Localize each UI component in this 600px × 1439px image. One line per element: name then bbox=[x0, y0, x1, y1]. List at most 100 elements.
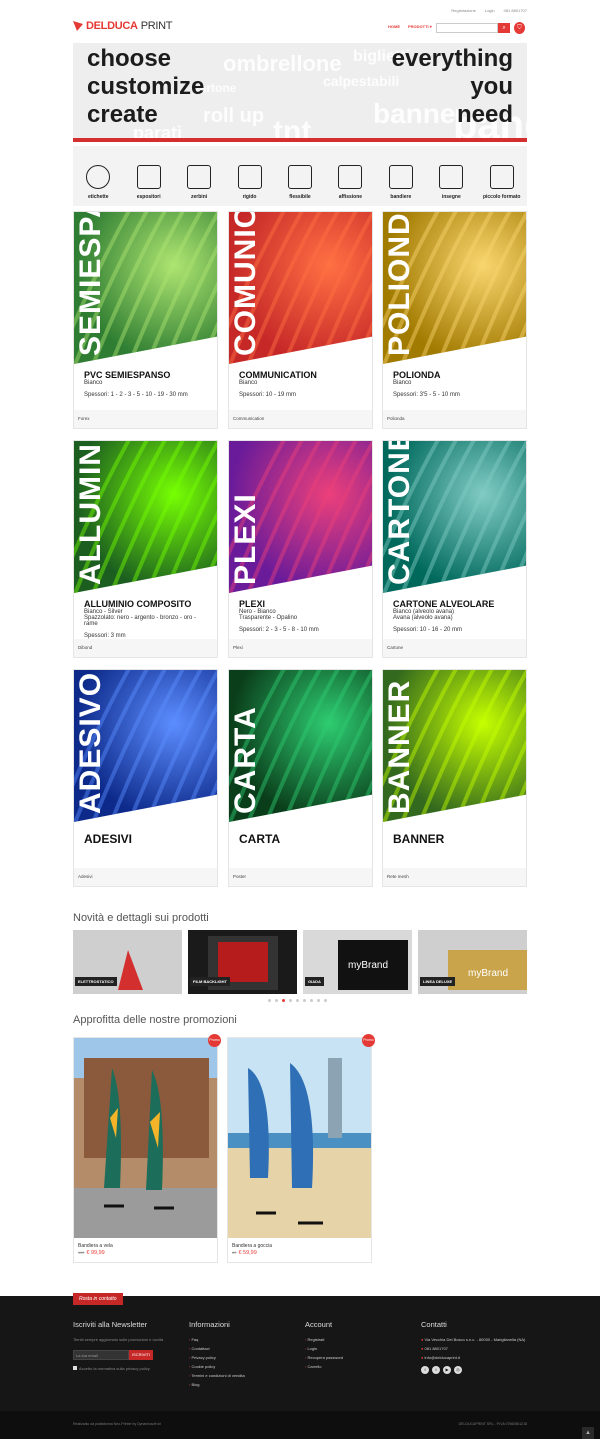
slider-item[interactable]: myBrand GIADA bbox=[303, 930, 412, 994]
product-card[interactable]: COMUNICATION COMMUNICATION Bianco Spessori:… bbox=[228, 211, 373, 429]
product-card[interactable]: CARTONE CARTONE ALVEOLARE Bianco (alveolo … bbox=[382, 440, 527, 658]
slider-dot[interactable] bbox=[310, 999, 313, 1002]
footer-info-link[interactable]: Cookie policy bbox=[189, 1362, 289, 1371]
product-card[interactable]: PLEXI PLEXI Nero - Bianco Trasparente - Opa… bbox=[228, 440, 373, 658]
search-button[interactable]: ⌕ bbox=[498, 23, 510, 33]
product-title[interactable]: ADESIVI bbox=[84, 832, 207, 846]
promo-card[interactable]: Promo Bandiera a vela 115 € 99,99 bbox=[73, 1034, 221, 1263]
category-flessibile[interactable]: flessibile bbox=[277, 165, 323, 200]
hero-word: you bbox=[470, 73, 513, 100]
product-title[interactable]: PVC SEMIESPANSO bbox=[84, 370, 207, 380]
email-text[interactable]: ● info@delducaprint.it bbox=[421, 1353, 531, 1362]
footer-account-link[interactable]: Login bbox=[305, 1344, 405, 1353]
product-card[interactable]: CARTA CARTA Poster bbox=[228, 669, 373, 887]
slider-label: LINEA DELUXE bbox=[420, 977, 456, 986]
footer-info-link[interactable]: Faq bbox=[189, 1335, 289, 1344]
footer-account-link[interactable]: Recupera password bbox=[305, 1353, 405, 1362]
newsletter-subscribe-button[interactable]: ISCRIVITI bbox=[129, 1350, 153, 1360]
nav-products[interactable]: PRODOTTI ▾ bbox=[408, 24, 432, 29]
slider-dot[interactable] bbox=[289, 999, 292, 1002]
product-title[interactable]: BANNER bbox=[393, 832, 516, 846]
piccolo-formato-icon bbox=[489, 165, 514, 189]
product-details: PVC SEMIESPANSO Bianco Spessori: 1 - 2 - 3… bbox=[74, 364, 217, 400]
category-affissione[interactable]: affissione bbox=[327, 165, 373, 200]
category-espositori[interactable]: espositori bbox=[126, 165, 172, 200]
category-label: bandiere bbox=[390, 194, 412, 200]
info-col: Informazioni FaqContattaciPrivacy policy… bbox=[189, 1320, 289, 1389]
promo-name[interactable]: Bandiera a goccia bbox=[228, 1238, 371, 1249]
promo-image[interactable] bbox=[74, 1038, 217, 1238]
login-link[interactable]: Login bbox=[485, 8, 495, 13]
product-card[interactable]: ADESIVO ADESIVI Adesivi bbox=[73, 669, 218, 887]
category-piccolo-formato[interactable]: piccolo formato bbox=[479, 165, 525, 200]
slider-dot[interactable] bbox=[324, 999, 327, 1002]
slider-dot[interactable] bbox=[275, 999, 278, 1002]
product-title[interactable]: CARTONE ALVEOLARE bbox=[393, 599, 516, 609]
slider-dot[interactable] bbox=[296, 999, 299, 1002]
promo-name[interactable]: Bandiera a vela bbox=[74, 1238, 217, 1249]
newsletter-col: Iscriviti alla Newsletter Tieniti sempre… bbox=[73, 1320, 168, 1373]
product-vertical-word: ADESIVO bbox=[74, 671, 107, 814]
product-image[interactable]: CARTONE bbox=[383, 441, 526, 593]
product-card[interactable]: POLIONDA POLIONDA Bianco Spessori: 3'5 - 5 … bbox=[382, 211, 527, 429]
category-insegne[interactable]: insegne bbox=[428, 165, 474, 200]
register-link[interactable]: Registrazione bbox=[451, 8, 475, 13]
privacy-checkbox[interactable] bbox=[73, 1366, 77, 1370]
product-image[interactable]: POLIONDA bbox=[383, 212, 526, 364]
product-image[interactable]: SEMIESPANSO bbox=[74, 212, 217, 364]
product-image[interactable]: CARTA bbox=[229, 670, 372, 822]
site-logo[interactable]: DELDUCA PRINT bbox=[73, 20, 172, 32]
contacts-col: Contatti ● Via Vecchia Del Bosco s.n.c. … bbox=[421, 1320, 531, 1374]
product-image[interactable]: ALLUMINIO bbox=[74, 441, 217, 593]
old-price: 69 bbox=[232, 1250, 237, 1255]
product-slider: ELETTROSTATICO FILM BACKLIGHT myBrand GIADA… bbox=[73, 930, 527, 994]
product-card[interactable]: ALLUMINIO ALLUMINIO COMPOSITO Bianco - Sil… bbox=[73, 440, 218, 658]
footer-info-link[interactable]: Privacy policy bbox=[189, 1353, 289, 1362]
category-rigido[interactable]: rigido bbox=[227, 165, 273, 200]
slider-dot[interactable] bbox=[268, 999, 271, 1002]
newsletter-email-input[interactable]: La tua email bbox=[73, 1350, 129, 1360]
product-title[interactable]: ALLUMINIO COMPOSITO bbox=[84, 599, 207, 609]
category-etichette[interactable]: etichette bbox=[75, 165, 121, 200]
slider-dot[interactable] bbox=[303, 999, 306, 1002]
product-image[interactable]: PLEXI bbox=[229, 441, 372, 593]
product-image[interactable]: ADESIVO bbox=[74, 670, 217, 822]
product-details: ALLUMINIO COMPOSITO Bianco - Silver Spazzo… bbox=[74, 593, 217, 641]
slider-item[interactable]: FILM BACKLIGHT bbox=[188, 930, 297, 994]
youtube-icon[interactable]: ▶ bbox=[443, 1366, 451, 1374]
cart-button[interactable]: ⛉ bbox=[514, 22, 525, 34]
footer-account-link[interactable]: Registrati bbox=[305, 1335, 405, 1344]
product-title[interactable]: COMMUNICATION bbox=[239, 370, 362, 380]
category-bandiere[interactable]: bandiere bbox=[378, 165, 424, 200]
footer-info-link[interactable]: Contattaci bbox=[189, 1344, 289, 1353]
search-input[interactable] bbox=[436, 23, 498, 33]
product-card[interactable]: SEMIESPANSO PVC SEMIESPANSO Bianco Spessori… bbox=[73, 211, 218, 429]
slider-item[interactable]: ELETTROSTATICO bbox=[73, 930, 182, 994]
slider-item[interactable]: myBrand LINEA DELUXE bbox=[418, 930, 527, 994]
category-label: rigido bbox=[242, 194, 257, 200]
promo-image[interactable] bbox=[228, 1038, 371, 1238]
stay-in-touch-tag: Rosta in contatto bbox=[73, 1293, 123, 1305]
instagram-icon[interactable]: ◎ bbox=[454, 1366, 462, 1374]
category-bar: etichette espositori zerbini rigido flessibi… bbox=[73, 146, 527, 206]
twitter-icon[interactable]: t bbox=[432, 1366, 440, 1374]
promo-card[interactable]: Promo Bandiera a goccia 69 € 59,99 bbox=[227, 1034, 375, 1263]
footer-info-link[interactable]: Termini e condizioni di vendita bbox=[189, 1371, 289, 1380]
slider-dot-active[interactable] bbox=[282, 999, 285, 1002]
logo-icon bbox=[73, 21, 83, 31]
nav-home[interactable]: HOME bbox=[388, 24, 400, 29]
slider-dot[interactable] bbox=[317, 999, 320, 1002]
product-title[interactable]: POLIONDA bbox=[393, 370, 516, 380]
footer-info-link[interactable]: Blog bbox=[189, 1380, 289, 1389]
main-nav: HOME PRODOTTI ▾ bbox=[388, 24, 432, 29]
facebook-icon[interactable]: f bbox=[421, 1366, 429, 1374]
footer-account-link[interactable]: Carrello bbox=[305, 1362, 405, 1371]
category-zerbini[interactable]: zerbini bbox=[176, 165, 222, 200]
product-image[interactable]: BANNER bbox=[383, 670, 526, 822]
insegne-icon bbox=[439, 165, 464, 189]
product-card[interactable]: BANNER BANNER Rete mesh bbox=[382, 669, 527, 887]
product-title[interactable]: CARTA bbox=[239, 832, 362, 846]
product-title[interactable]: PLEXI bbox=[239, 599, 362, 609]
scroll-to-top-button[interactable]: ▲ bbox=[582, 1427, 594, 1439]
product-image[interactable]: COMUNICATION bbox=[229, 212, 372, 364]
